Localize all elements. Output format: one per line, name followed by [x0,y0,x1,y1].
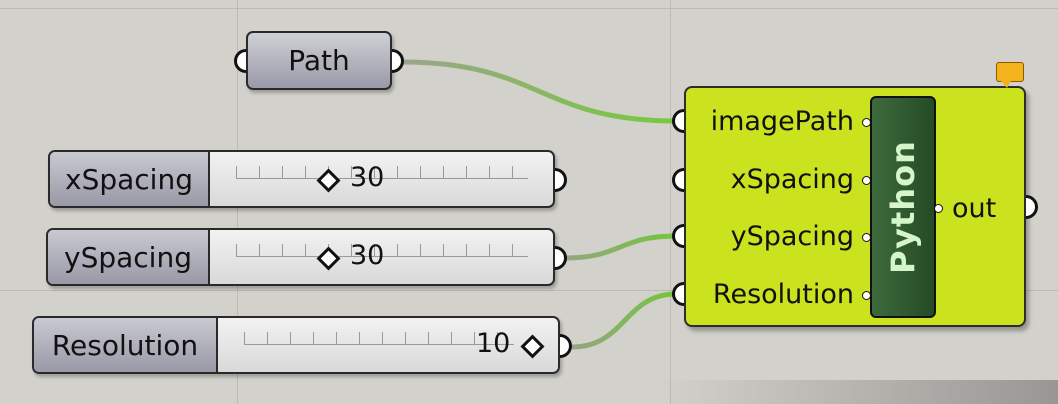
comment-bubble-icon[interactable] [996,62,1024,88]
wire-path-to-imagepath [401,59,677,124]
input-resolution[interactable]: Resolution [713,279,854,310]
input-xspacing[interactable]: xSpacing [731,164,854,195]
slider-resolution[interactable]: Resolution 10 [32,316,560,374]
python-core-label[interactable]: Python [870,96,936,318]
slider-yspacing-track[interactable]: 30 [210,230,553,284]
path-label: Path [288,44,350,77]
slider-xspacing-track[interactable]: 30 [210,152,553,206]
slider-resolution-label: Resolution [34,318,218,372]
slider-yspacing-value: 30 [350,240,385,271]
input-yspacing[interactable]: ySpacing [731,221,854,252]
python-component[interactable]: imagePath xSpacing ySpacing Resolution P… [684,86,1026,327]
output-out[interactable]: out [952,193,996,224]
slider-resolution-value: 10 [476,328,511,359]
slider-xspacing[interactable]: xSpacing 30 [48,150,555,208]
slider-resolution-track[interactable]: 10 [218,318,558,372]
wire-yspacing [565,233,677,261]
output-port-dot [934,204,943,213]
input-imagepath[interactable]: imagePath [711,106,854,137]
slider-ticks [244,332,514,345]
slider-resolution-knob[interactable] [520,334,545,359]
slider-yspacing[interactable]: ySpacing 30 [46,228,555,286]
slider-yspacing-label: ySpacing [48,230,210,284]
python-title: Python [884,140,922,274]
wire-resolution [571,291,677,350]
path-parameter[interactable]: Path [246,31,392,90]
slider-xspacing-value: 30 [350,162,385,193]
slider-xspacing-label: xSpacing [50,152,210,206]
